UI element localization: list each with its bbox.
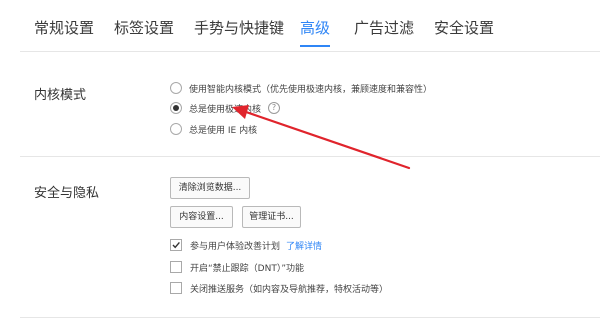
checkbox-label: 开启“禁止跟踪（DNT）”功能 <box>190 263 304 274</box>
radio-ie-kernel[interactable]: 总是使用 IE 内核 <box>170 121 257 137</box>
question-circle-icon[interactable]: ? <box>268 102 281 114</box>
learn-more-link[interactable]: 了解详情 <box>286 239 322 252</box>
radio-label: 总是使用 IE 内核 <box>189 125 258 136</box>
checkbox[interactable] <box>170 282 182 294</box>
checkbox-do-not-track[interactable]: 开启“禁止跟踪（DNT）”功能 <box>170 259 304 275</box>
checkbox-label: 关闭推送服务（如内容及导航推荐，特权活动等） <box>190 284 389 295</box>
checkbox-ux-improvement[interactable]: 参与用户体验改善计划 了解详情 <box>170 237 322 253</box>
manage-certificates-button[interactable]: 管理证书... <box>242 206 301 228</box>
radio-smart-kernel[interactable]: 使用智能内核模式（优先使用极速内核，兼顾速度和兼容性） <box>170 80 432 96</box>
kernel-mode-title: 内核模式 <box>34 88 87 103</box>
tab-tabs[interactable]: 标签设置 <box>114 17 174 38</box>
tab-general[interactable]: 常规设置 <box>34 17 94 38</box>
tab-advanced[interactable]: 高级 <box>300 17 330 38</box>
tab-ad-filter[interactable]: 广告过滤 <box>354 17 414 38</box>
radio-button[interactable] <box>170 123 182 135</box>
radio-label: 使用智能内核模式（优先使用极速内核，兼顾速度和兼容性） <box>189 84 433 95</box>
section-divider <box>20 156 600 157</box>
active-tab-indicator <box>300 45 330 47</box>
settings-tab-bar: 常规设置 标签设置 手势与快捷键 高级 广告过滤 安全设置 <box>0 0 600 52</box>
radio-button-selected[interactable] <box>170 102 182 114</box>
clear-browsing-data-button[interactable]: 清除浏览数据... <box>170 177 250 199</box>
tab-security[interactable]: 安全设置 <box>434 17 494 38</box>
radio-label: 总是使用极速内核 <box>189 104 262 115</box>
checkbox-checked[interactable] <box>170 239 182 251</box>
privacy-title: 安全与隐私 <box>34 186 100 201</box>
tab-gestures-shortcuts[interactable]: 手势与快捷键 <box>194 17 284 38</box>
checkmark-icon <box>172 241 180 249</box>
radio-button[interactable] <box>170 82 182 94</box>
checkbox[interactable] <box>170 261 182 273</box>
checkbox-disable-push[interactable]: 关闭推送服务（如内容及导航推荐，特权活动等） <box>170 280 388 296</box>
radio-speed-kernel[interactable]: 总是使用极速内核 ? <box>170 100 281 116</box>
checkbox-label: 参与用户体验改善计划 <box>190 241 281 252</box>
section-divider <box>20 317 600 318</box>
content-settings-button[interactable]: 内容设置... <box>170 206 233 228</box>
tabbar-divider <box>20 51 600 52</box>
